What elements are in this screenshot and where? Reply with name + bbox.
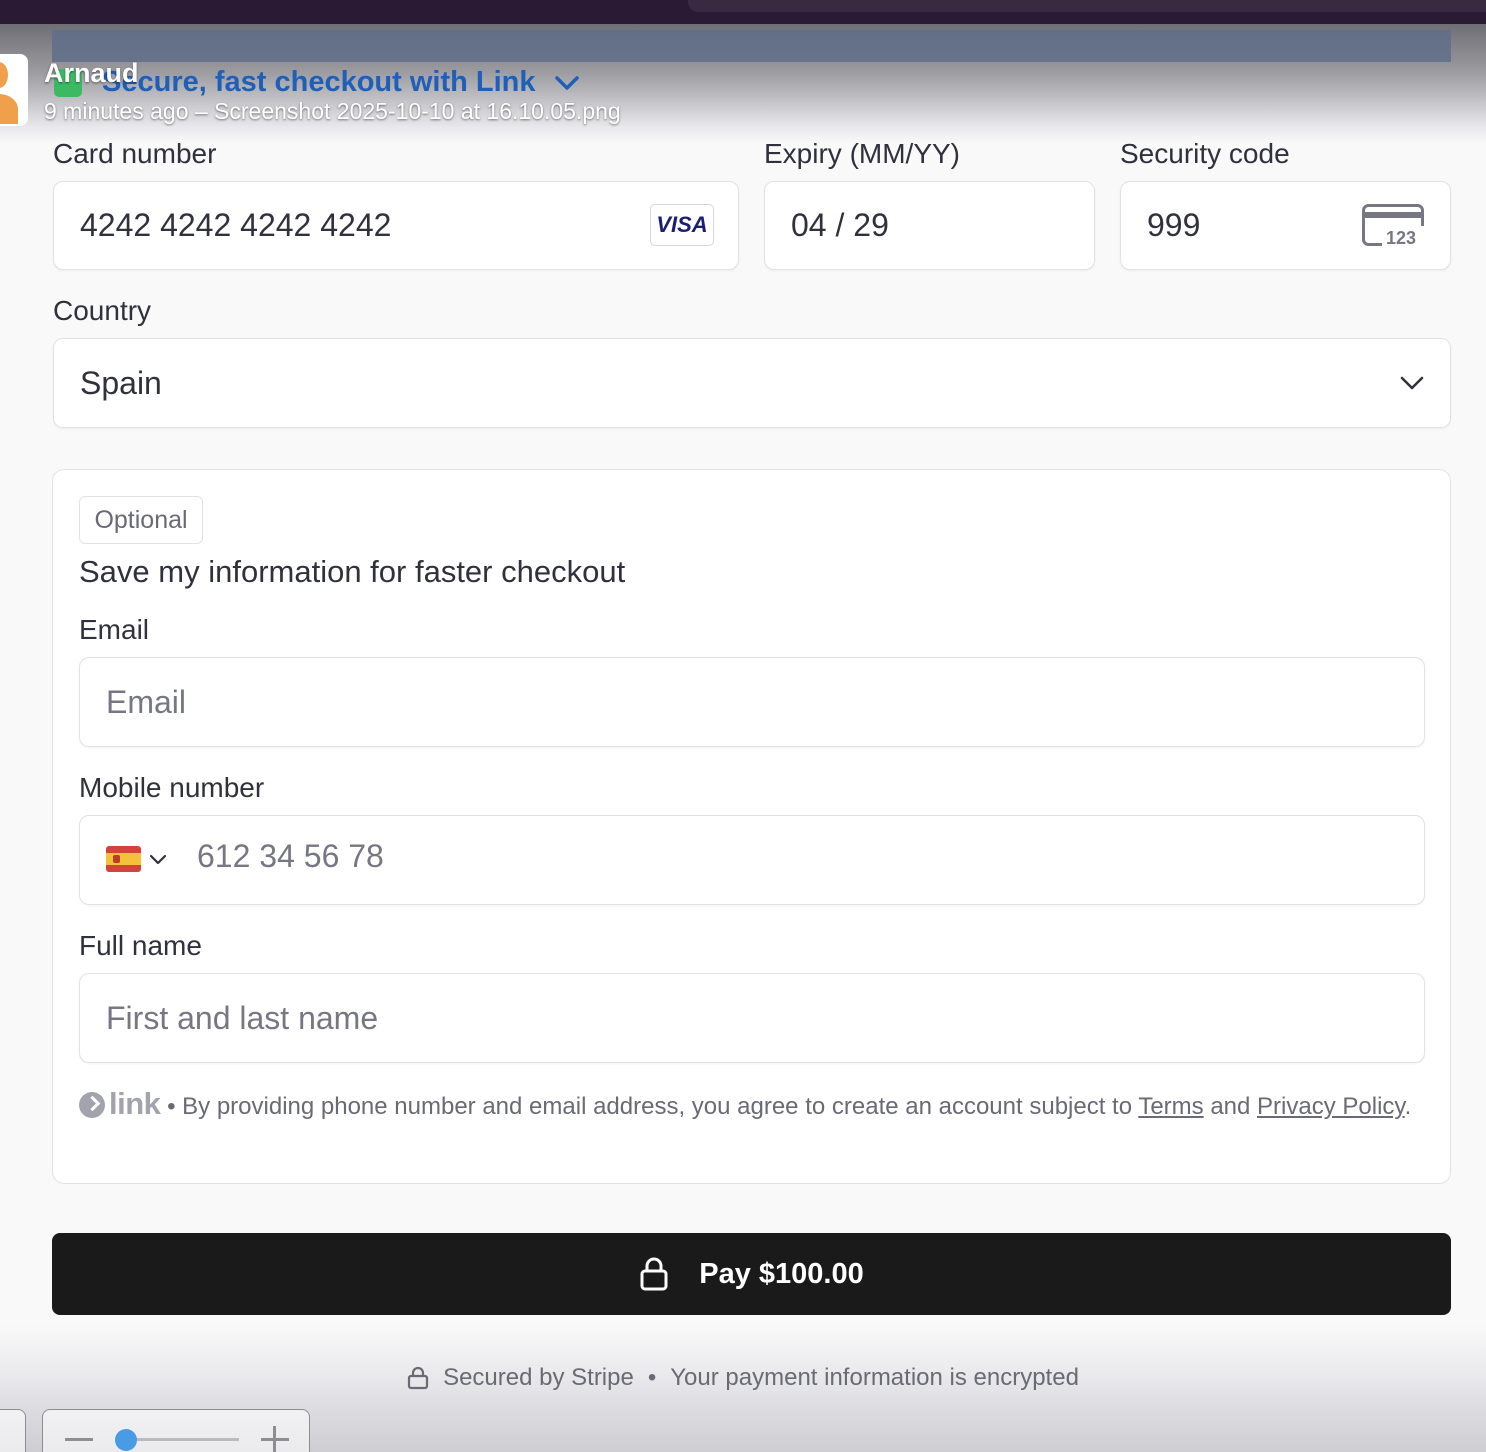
country-select[interactable]: Spain: [53, 338, 1451, 428]
cvc-card-icon: 123: [1362, 204, 1424, 246]
zoom-track[interactable]: [123, 1438, 239, 1441]
mobile-number-placeholder: 612 34 56 78: [197, 838, 384, 874]
window-titlebar: [0, 0, 1486, 24]
avatar: [0, 54, 28, 126]
encrypted-text: Your payment information is encrypted: [670, 1364, 1079, 1391]
save-info-heading: Save my information for faster checkout: [79, 554, 626, 589]
pay-button-label: Pay $100.00: [699, 1257, 864, 1290]
viewer-control-button[interactable]: [0, 1409, 26, 1452]
security-code-input[interactable]: 999 123: [1120, 181, 1451, 270]
card-number-input[interactable]: 4242 4242 4242 4242 VISA: [53, 181, 739, 270]
lock-icon: [407, 1366, 429, 1390]
email-input[interactable]: Email: [79, 657, 1425, 747]
country-value: Spain: [80, 364, 162, 401]
legal-text: link • By providing phone number and ema…: [79, 1086, 1429, 1124]
lock-icon: [640, 1257, 668, 1291]
link-arrow-icon: [79, 1092, 105, 1118]
zoom-out-icon[interactable]: [65, 1438, 93, 1441]
terms-link[interactable]: Terms: [1138, 1093, 1203, 1120]
chevron-down-icon: [554, 75, 579, 90]
top-strip: [52, 30, 1451, 62]
link-banner-text: Secure, fast checkout with Link: [102, 66, 536, 98]
window-tab[interactable]: [688, 0, 1486, 12]
expiry-value: 04 / 29: [791, 207, 889, 243]
chevron-down-icon[interactable]: [148, 851, 168, 869]
full-name-placeholder: First and last name: [106, 999, 379, 1036]
secured-by-stripe: Secured by Stripe • Your payment informa…: [0, 1364, 1486, 1392]
link-brand: link: [109, 1086, 161, 1121]
svg-text:123: 123: [1386, 228, 1416, 246]
email-placeholder: Email: [106, 683, 187, 720]
card-number-label: Card number: [53, 138, 217, 169]
email-label: Email: [79, 614, 150, 645]
expiry-input[interactable]: 04 / 29: [764, 181, 1095, 270]
spain-flag-icon[interactable]: [106, 846, 141, 872]
full-name-label: Full name: [79, 930, 202, 961]
optional-badge: Optional: [79, 496, 203, 544]
country-label: Country: [53, 295, 152, 326]
pay-button[interactable]: Pay $100.00: [52, 1233, 1451, 1315]
security-code-label: Security code: [1120, 138, 1290, 169]
full-name-input[interactable]: First and last name: [79, 973, 1425, 1063]
visa-card-icon: VISA: [650, 204, 714, 246]
footer-separator: •: [647, 1364, 657, 1391]
card-number-value: 4242 4242 4242 4242: [80, 207, 392, 243]
security-code-value: 999: [1147, 207, 1201, 243]
mobile-number-label: Mobile number: [79, 772, 265, 803]
expiry-label: Expiry (MM/YY): [764, 138, 960, 169]
sender-name: Arnaud: [44, 58, 139, 88]
sender-meta: 9 minutes ago – Screenshot 2025-10-10 at…: [44, 98, 621, 124]
chevron-down-icon: [1400, 376, 1424, 390]
zoom-knob[interactable]: [115, 1429, 137, 1451]
secured-text: Secured by Stripe: [443, 1364, 634, 1391]
zoom-slider[interactable]: [42, 1409, 310, 1452]
privacy-policy-link[interactable]: Privacy Policy: [1257, 1093, 1405, 1120]
